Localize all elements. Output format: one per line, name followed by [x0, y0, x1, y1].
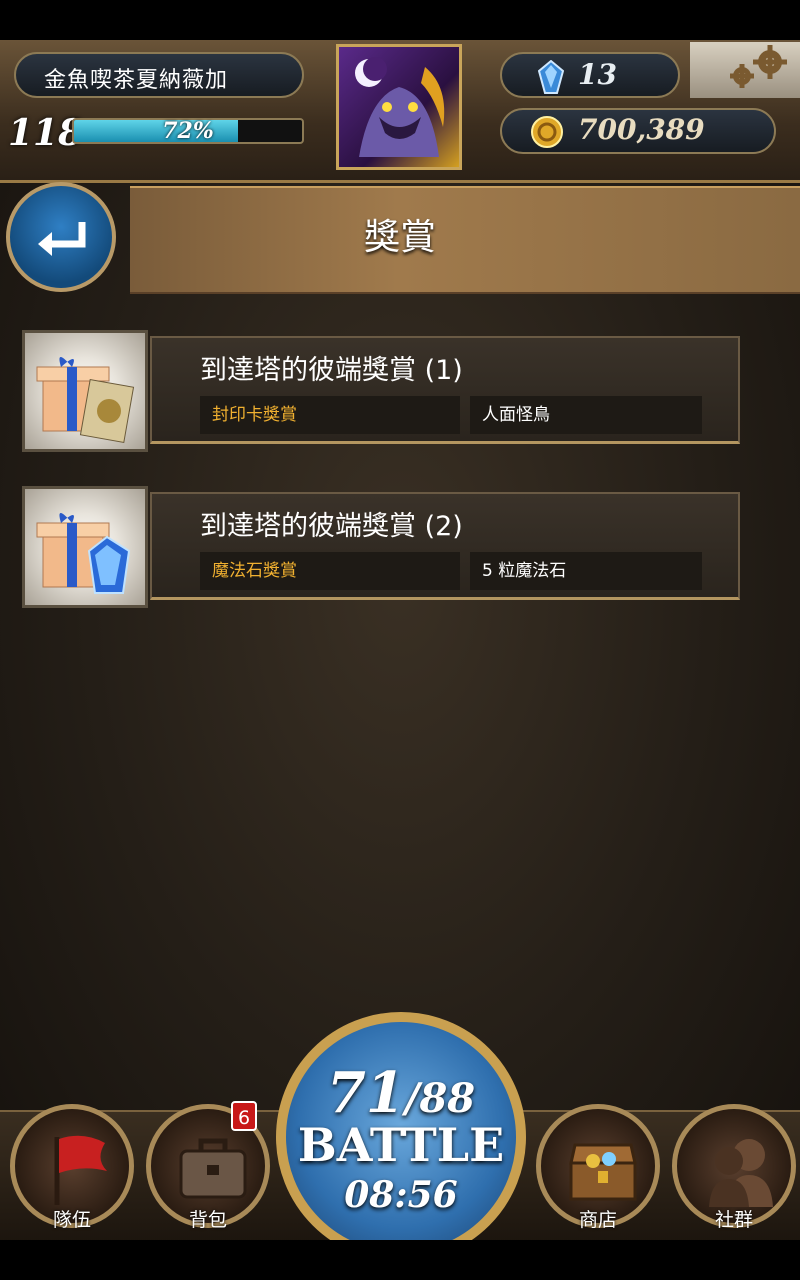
reward-row[interactable]: 到達塔的彼端獎賞 (2) 魔法石獎賞 5 粒魔法石: [0, 484, 748, 608]
gem-count: 13: [578, 58, 617, 91]
reward-type: 封印卡獎賞: [200, 396, 460, 434]
reward-title: 到達塔的彼端獎賞 (1): [200, 355, 463, 386]
back-arrow-icon: [38, 222, 86, 256]
gift-with-magic-stone-icon: [22, 486, 148, 608]
stamina-max: /88: [404, 1075, 476, 1122]
nav-bag-label: 背包: [188, 1209, 227, 1231]
stamina-current: 71: [326, 1060, 405, 1126]
page-title: 獎賞: [363, 217, 436, 258]
bag-notification-badge: 6: [231, 1101, 257, 1131]
settings-button[interactable]: [690, 42, 800, 98]
stamina-timer: 08:56: [344, 1174, 458, 1216]
reward-content: 5 粒魔法石: [470, 552, 702, 590]
reward-title: 到達塔的彼端獎賞 (2): [200, 511, 463, 542]
status-bar: [0, 0, 800, 40]
nav-shop-label: 商店: [578, 1209, 617, 1231]
flag-icon: [54, 1135, 107, 1205]
gear-icon: [730, 45, 787, 88]
gold-coin-icon: [530, 115, 564, 153]
reward-content: 人面怪鳥: [470, 396, 702, 434]
reward-row[interactable]: 到達塔的彼端獎賞 (1) 封印卡獎賞 人面怪鳥: [0, 328, 748, 452]
battle-label: BATTLE: [297, 1118, 505, 1172]
back-button[interactable]: [6, 182, 116, 292]
magic-stone-icon: [537, 59, 565, 98]
nav-social-label: 社群: [714, 1209, 753, 1231]
bag-icon: [179, 1138, 247, 1199]
nav-team-label: 隊伍: [52, 1209, 91, 1231]
people-silhouette-icon: [709, 1139, 773, 1207]
system-nav-bar: [0, 1240, 800, 1280]
exp-percent: 72%: [162, 118, 214, 144]
player-avatar[interactable]: [336, 44, 462, 170]
gift-with-card-icon: [22, 330, 148, 452]
player-name: 金魚喫茶夏納薇加: [44, 68, 229, 93]
gold-count: 700,389: [578, 113, 705, 146]
treasure-chest-icon: [569, 1143, 637, 1201]
reward-type: 魔法石獎賞: [200, 552, 460, 590]
stamina-display: 71/88: [276, 1060, 526, 1126]
